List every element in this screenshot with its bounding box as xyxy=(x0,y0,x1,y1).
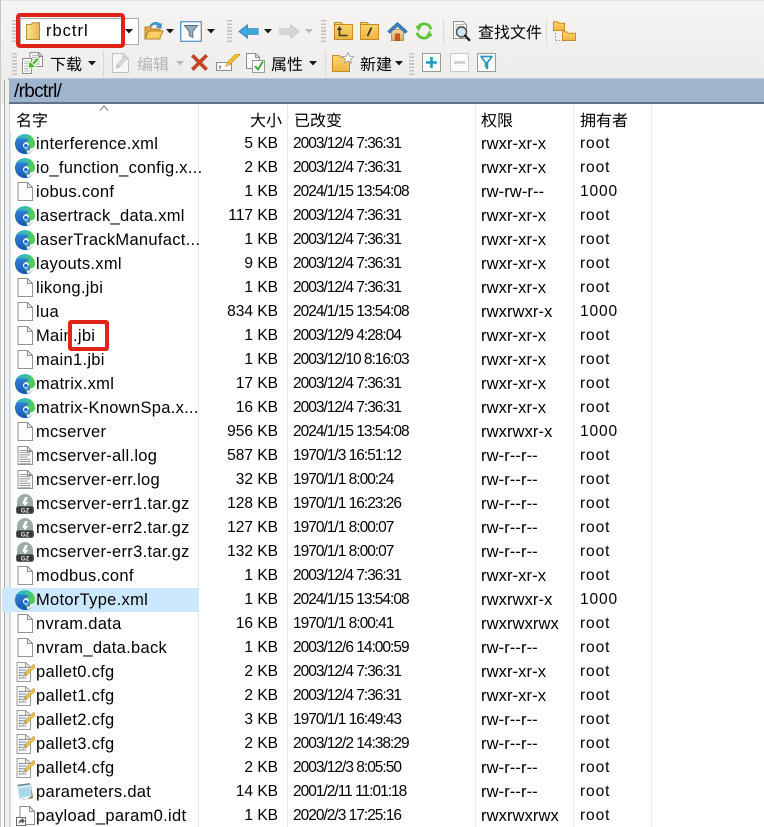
svg-text:GZ: GZ xyxy=(21,555,30,562)
svg-text:GZ: GZ xyxy=(21,531,30,538)
svg-text:GZ: GZ xyxy=(21,507,30,514)
